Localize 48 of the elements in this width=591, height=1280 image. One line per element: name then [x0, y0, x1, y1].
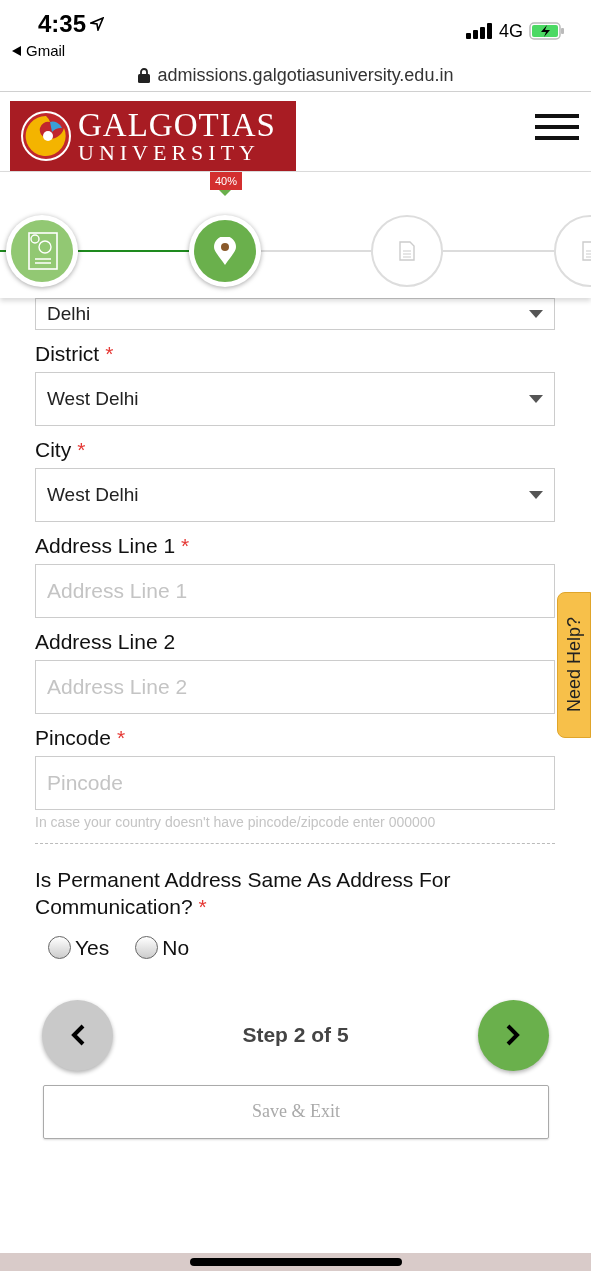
- network-type: 4G: [499, 19, 523, 43]
- location-pin-icon: [214, 237, 236, 265]
- field-label: Pincode: [35, 725, 111, 751]
- document-icon: [399, 241, 415, 261]
- radio-button[interactable]: [135, 936, 159, 960]
- text-input-field[interactable]: Address Line 1: [35, 564, 555, 618]
- dropdown-caret-icon: [529, 395, 543, 403]
- dropdown-field[interactable]: West Delhi: [35, 372, 555, 426]
- back-triangle-icon[interactable]: [12, 46, 22, 57]
- menu-icon[interactable]: [535, 114, 579, 140]
- clock-time: 4:35: [38, 10, 87, 38]
- text-input-field[interactable]: Pincode: [35, 756, 555, 810]
- step-indicator: Step 2 of 5: [242, 1022, 349, 1049]
- chevron-right-icon: [505, 1024, 522, 1046]
- pointer-triangle-icon: [219, 190, 231, 196]
- question-text: Is Permanent Address Same As Address For Communication? *: [35, 867, 452, 920]
- previous-step-button[interactable]: [42, 999, 113, 1071]
- text-input-field[interactable]: Address Line 2: [35, 660, 555, 714]
- chevron-left-icon: [69, 1024, 86, 1046]
- next-step-button[interactable]: [478, 999, 549, 1071]
- battery-charging-icon: [529, 22, 565, 40]
- progress-step[interactable]: [189, 215, 261, 287]
- field-hint: In case your country doesn't have pincode/zipcode enter 000000: [35, 813, 437, 832]
- progress-percent-badge: 40%: [210, 172, 243, 190]
- dropdown-field[interactable]: Delhi: [35, 298, 555, 330]
- progress-step[interactable]: [6, 215, 78, 287]
- field-label: Address Line 1: [35, 533, 176, 559]
- field-label: District: [35, 341, 100, 367]
- radio-label[interactable]: No: [162, 932, 190, 964]
- dropdown-caret-icon: [529, 310, 543, 318]
- required-asterisk: *: [77, 437, 86, 463]
- field-label: Address Line 2: [35, 629, 176, 655]
- profile-document-icon: [25, 231, 59, 271]
- required-asterisk: *: [116, 725, 126, 751]
- university-logo[interactable]: GALGOTIAS UNIVERSITY: [10, 101, 296, 171]
- field-label: City: [35, 437, 72, 463]
- dropdown-caret-icon: [529, 491, 543, 499]
- location-arrow-icon: [90, 17, 105, 31]
- required-asterisk: *: [181, 533, 190, 559]
- signal-icon: [466, 23, 493, 39]
- padlock-icon: [137, 68, 150, 83]
- url-text[interactable]: admissions.galgotiasuniversity.edu.in: [157, 62, 454, 89]
- radio-button[interactable]: [48, 936, 71, 960]
- required-asterisk: *: [105, 341, 114, 367]
- radio-label[interactable]: Yes: [75, 932, 110, 964]
- back-app-link[interactable]: Gmail: [26, 40, 66, 63]
- dropdown-field[interactable]: West Delhi: [35, 468, 555, 522]
- need-help-tab[interactable]: Need Help?: [557, 592, 591, 738]
